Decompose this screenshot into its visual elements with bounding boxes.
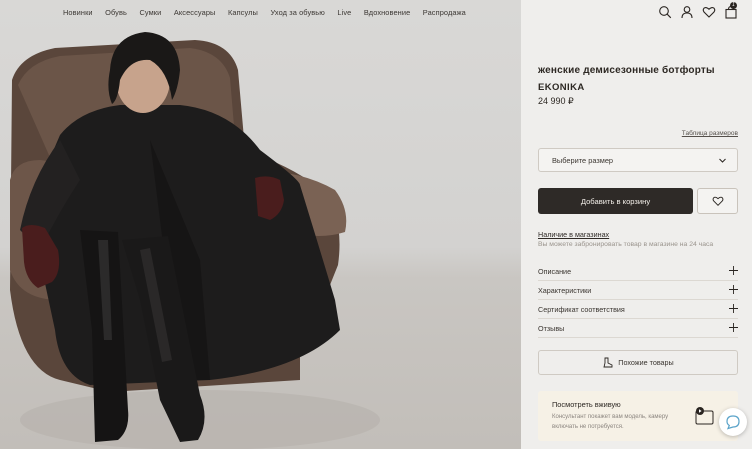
main-nav: Новинки Обувь Сумки Аксессуары Капсулы У… <box>0 0 521 24</box>
nav-item-bags[interactable]: Сумки <box>139 8 161 17</box>
nav-item-inspiration[interactable]: Вдохновение <box>364 8 410 17</box>
plus-icon <box>729 266 738 275</box>
accordion-description[interactable]: Описание <box>538 262 738 281</box>
user-icon[interactable] <box>680 5 694 19</box>
video-camera-icon <box>695 407 714 425</box>
heart-icon <box>712 196 723 206</box>
accordion-reviews[interactable]: Отзывы <box>538 319 738 338</box>
heart-icon[interactable] <box>702 5 716 19</box>
header-icons: 1 <box>658 2 738 19</box>
plus-icon <box>729 323 738 332</box>
nav-item-shoe-care[interactable]: Уход за обувью <box>270 8 324 17</box>
accordion-label: Характеристики <box>538 285 592 295</box>
accordion-label: Описание <box>538 266 572 276</box>
product-panel: 1 женские демисезонные ботфорты EKONIKA … <box>521 0 752 449</box>
add-to-cart-button[interactable]: Добавить в корзину <box>538 188 693 214</box>
accordion-certificate[interactable]: Сертификат соответствия <box>538 300 738 319</box>
size-table-link[interactable]: Таблица размеров <box>682 130 738 137</box>
product-price: 24 990 ₽ <box>538 96 574 106</box>
nav-item-new[interactable]: Новинки <box>63 8 93 17</box>
nav-item-capsules[interactable]: Капсулы <box>228 8 258 17</box>
live-view-description: Консультант покажет вам модель, камеру в… <box>552 414 669 430</box>
accordion-characteristics[interactable]: Характеристики <box>538 281 738 300</box>
size-select-placeholder: Выберите размер <box>552 155 614 165</box>
product-brand: EKONIKA <box>538 82 585 93</box>
product-title: женские демисезонные ботфорты <box>538 65 715 76</box>
bag-icon[interactable]: 1 <box>724 2 738 19</box>
similar-products-label: Похожие товары <box>618 358 674 367</box>
size-select[interactable]: Выберите размер <box>538 148 738 172</box>
chat-bubble-icon <box>726 415 740 430</box>
cart-count-badge: 1 <box>730 2 737 9</box>
model-photo-illustration <box>10 32 380 449</box>
live-view-heading: Посмотреть вживую <box>552 400 621 409</box>
live-view-card[interactable]: Посмотреть вживую Консультант покажет ва… <box>538 391 738 441</box>
boot-icon <box>603 357 613 368</box>
nav-item-live[interactable]: Live <box>337 8 351 17</box>
add-to-favorites-button[interactable] <box>697 188 738 214</box>
accordion-label: Сертификат соответствия <box>538 304 625 314</box>
store-availability-note: Вы можете забронировать товар в магазине… <box>538 241 714 248</box>
chevron-down-icon <box>719 158 726 163</box>
similar-products-button[interactable]: Похожие товары <box>538 350 738 375</box>
search-icon[interactable] <box>658 5 672 19</box>
chat-widget-button[interactable] <box>719 408 747 436</box>
nav-item-sale[interactable]: Распродажа <box>423 8 466 17</box>
plus-icon <box>729 304 738 313</box>
store-availability-link[interactable]: Наличие в магазинах <box>538 230 609 239</box>
nav-item-shoes[interactable]: Обувь <box>105 8 127 17</box>
nav-item-accessories[interactable]: Аксессуары <box>174 8 216 17</box>
product-photo: Новинки Обувь Сумки Аксессуары Капсулы У… <box>0 0 521 449</box>
accordion-label: Отзывы <box>538 323 565 333</box>
plus-icon <box>729 285 738 294</box>
